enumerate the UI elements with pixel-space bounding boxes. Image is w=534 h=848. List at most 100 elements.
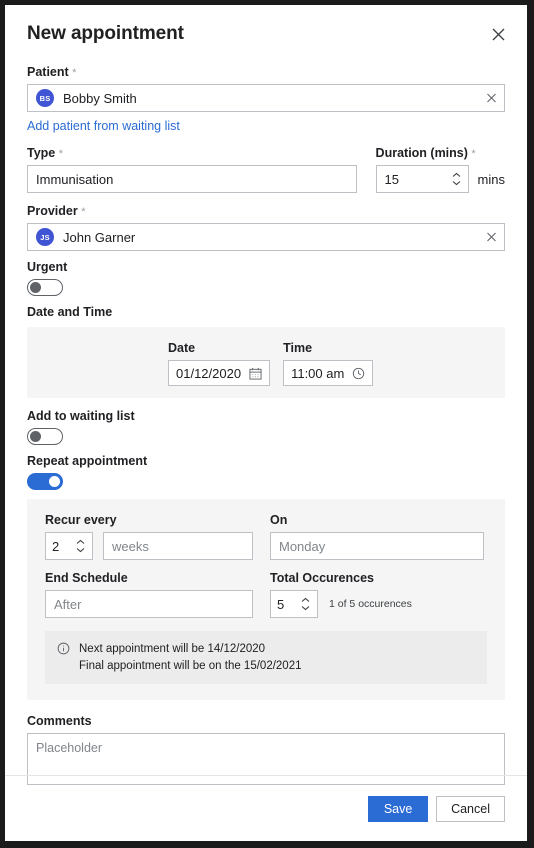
type-label: Type * [27, 146, 357, 160]
add-to-waiting-list-toggle[interactable] [27, 428, 63, 445]
total-occurrences-value: 5 [277, 596, 285, 612]
on-day-placeholder: Monday [279, 538, 326, 554]
type-input[interactable]: Immunisation [27, 165, 357, 193]
add-to-waiting-list-label: Add to waiting list [27, 409, 135, 423]
patient-required-mark: * [72, 67, 77, 79]
new-appointment-dialog: New appointment Patient * BS Bobby Smith… [5, 5, 527, 841]
date-input[interactable]: 01/12/2020 [168, 360, 271, 386]
urgent-toggle-knob [30, 282, 41, 293]
on-day-input[interactable]: Monday [270, 532, 484, 560]
add-to-waiting-list-group: Add to waiting list [27, 409, 505, 445]
date-field-group: Date 01/12/2020 [168, 341, 271, 386]
total-occurrences-controls: 5 1 of 5 occurences [270, 590, 484, 618]
end-schedule-label: End Schedule [45, 571, 128, 585]
urgent-field-group: Urgent [27, 260, 505, 296]
comments-label: Comments [27, 714, 92, 729]
repeat-notice-text: Next appointment will be 14/12/2020 Fina… [79, 641, 302, 674]
duration-stepper[interactable]: 15 [375, 165, 469, 193]
avatar: BS [36, 89, 54, 107]
recur-every-stepper[interactable]: 2 [45, 532, 93, 560]
type-required-mark: * [58, 148, 64, 160]
date-value: 01/12/2020 [176, 365, 242, 381]
clock-icon[interactable] [352, 367, 365, 380]
dialog-footer: Save Cancel [5, 775, 527, 841]
provider-input[interactable]: JS John Garner [27, 223, 505, 251]
notice-line-2: Final appointment will be on the 15/02/2… [79, 659, 302, 672]
duration-value: 15 [384, 171, 400, 187]
duration-field-group: Duration (mins) * 15 mins [375, 146, 505, 193]
recur-every-group: Recur every 2 weeks [45, 513, 253, 560]
add-to-waiting-list-toggle-knob [30, 431, 41, 442]
urgent-label: Urgent [27, 260, 68, 274]
occurrence-note: 1 of 5 occurences [329, 598, 412, 610]
patient-value: Bobby Smith [63, 90, 137, 106]
recur-unit-placeholder: weeks [112, 538, 149, 554]
duration-label-text: Duration (mins) [375, 146, 468, 160]
duration-spinner-wrap: 15 mins [375, 165, 505, 193]
repeat-appointment-toggle[interactable] [27, 473, 63, 490]
time-input[interactable]: 11:00 am [283, 360, 374, 386]
type-label-text: Type [27, 146, 56, 160]
repeat-appointment-group: Repeat appointment [27, 454, 505, 490]
repeat-appointment-toggle-knob [49, 476, 60, 487]
duration-required-mark: * [471, 148, 476, 160]
total-occurrences-spin-arrows[interactable] [301, 597, 310, 611]
chevron-up-icon [452, 172, 460, 177]
patient-label: Patient * [27, 65, 505, 79]
provider-value: John Garner [63, 229, 136, 245]
duration-unit-label: mins [477, 171, 505, 187]
end-schedule-placeholder: After [54, 596, 82, 612]
date-time-section-label: Date and Time [27, 305, 113, 319]
schedule-row: End Schedule After Total Occurences 5 1 … [45, 571, 487, 618]
urgent-toggle[interactable] [27, 279, 63, 296]
cancel-button[interactable]: Cancel [436, 795, 505, 822]
time-value: 11:00 am [291, 365, 345, 381]
chevron-down-icon [301, 606, 310, 611]
duration-label: Duration (mins) * [376, 146, 505, 160]
chevron-up-icon [301, 597, 310, 602]
comments-placeholder: Placeholder [36, 741, 103, 756]
total-occurrences-label: Total Occurences [270, 571, 374, 585]
chevron-up-icon [76, 539, 85, 544]
repeat-settings-panel: Recur every 2 weeks On Monday End Schedu… [27, 499, 505, 701]
clear-provider-icon[interactable] [486, 232, 497, 243]
close-icon[interactable] [487, 23, 509, 45]
end-schedule-group: End Schedule After [45, 571, 253, 618]
avatar: JS [36, 228, 54, 246]
type-duration-row: Type * Immunisation Duration (mins) * 15 [27, 146, 505, 193]
duration-spin-arrows[interactable] [452, 172, 461, 186]
clear-patient-icon[interactable] [486, 93, 497, 104]
time-label: Time [283, 341, 313, 355]
type-field-group: Type * Immunisation [27, 146, 357, 193]
total-occurrences-group: Total Occurences 5 1 of 5 occurences [270, 571, 484, 618]
info-icon [57, 642, 70, 660]
recur-every-value: 2 [52, 538, 60, 554]
recur-row: Recur every 2 weeks On Monday [45, 513, 487, 560]
provider-label-text: Provider [27, 204, 78, 218]
chevron-down-icon [76, 548, 85, 553]
patient-input[interactable]: BS Bobby Smith [27, 84, 505, 112]
dialog-body: Patient * BS Bobby Smith Add patient fro… [5, 51, 527, 786]
dialog-header: New appointment [5, 5, 527, 51]
recur-every-controls: 2 weeks [45, 532, 253, 560]
time-field-group: Time 11:00 am [283, 341, 374, 386]
repeat-notice: Next appointment will be 14/12/2020 Fina… [45, 631, 487, 685]
provider-label: Provider * [27, 204, 505, 218]
add-patient-from-waiting-list-link[interactable]: Add patient from waiting list [27, 119, 180, 133]
recur-every-spin-arrows[interactable] [76, 539, 85, 553]
repeat-appointment-label: Repeat appointment [27, 454, 148, 468]
date-time-section: Date and Time [27, 305, 505, 319]
on-label: On [270, 513, 288, 527]
provider-field-group: Provider * JS John Garner [27, 204, 505, 251]
page-title: New appointment [27, 23, 184, 44]
end-schedule-input[interactable]: After [45, 590, 253, 618]
date-label: Date [168, 341, 196, 355]
save-button[interactable]: Save [368, 795, 429, 822]
recur-unit-input[interactable]: weeks [103, 532, 253, 560]
calendar-icon[interactable] [249, 367, 262, 380]
total-occurrences-stepper[interactable]: 5 [270, 590, 318, 618]
date-time-fields: Date 01/12/2020 Time 11:00 am [168, 341, 505, 386]
provider-required-mark: * [81, 206, 86, 218]
chevron-down-icon [452, 181, 460, 186]
type-value: Immunisation [36, 171, 114, 187]
